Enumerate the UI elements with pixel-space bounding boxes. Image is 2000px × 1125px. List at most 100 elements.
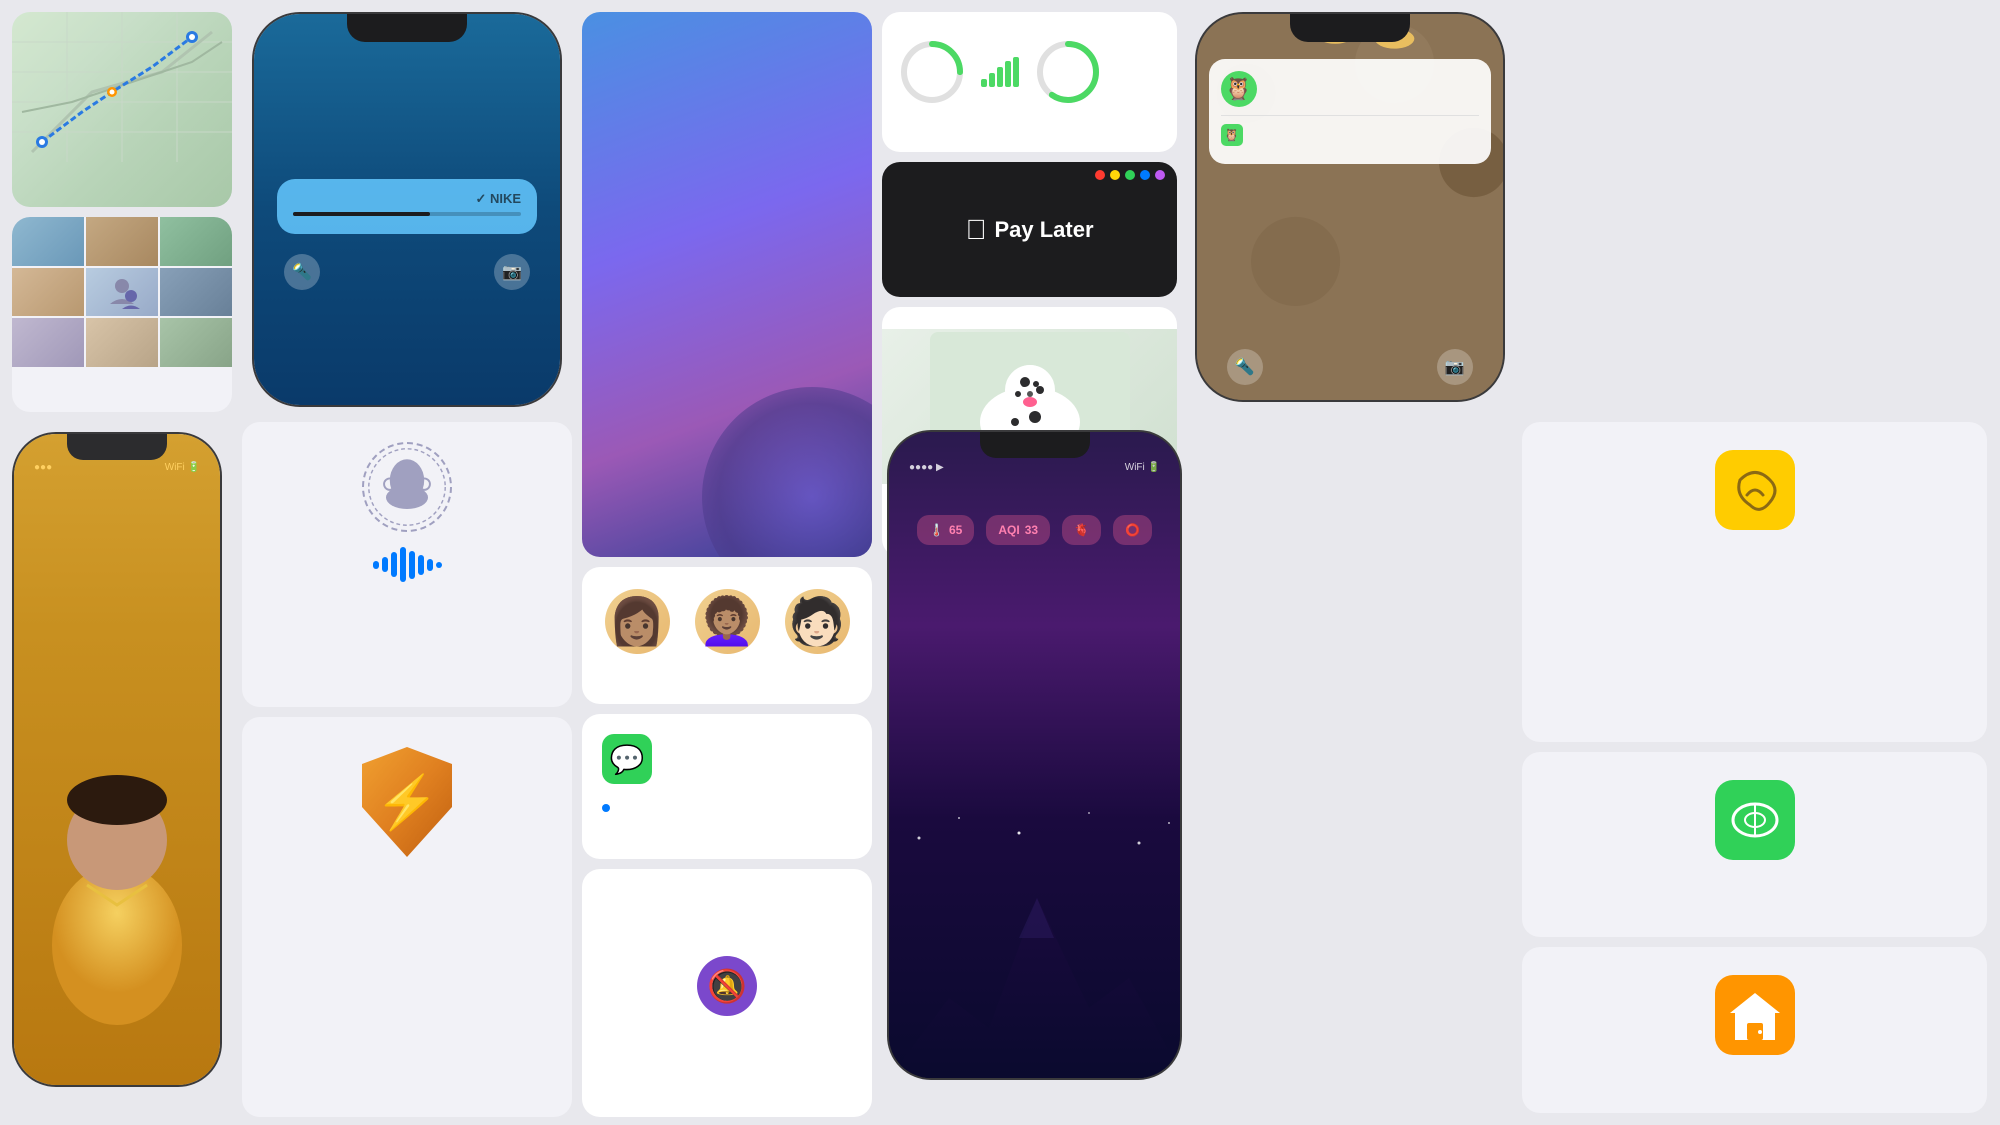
quick-note-icon: [1715, 450, 1795, 530]
phone-screen: ✓ NIKE 🔦 📷: [254, 14, 560, 405]
widgets-phone: ●●●● ▶ WiFi 🔋 🌡️ 65 AQI 33 🫀 ⭕: [887, 430, 1182, 1080]
temp-icon: 🌡️: [929, 523, 944, 537]
phone-bottom-icons: 🔦 📷: [254, 254, 560, 290]
photo-cell: [86, 268, 158, 317]
home-app-header: [1522, 947, 1987, 975]
photo-cell: [160, 268, 232, 317]
shared-photo-label: [12, 367, 232, 387]
photo-cell: [86, 217, 158, 266]
ios-orb: [702, 387, 872, 557]
mark-unread-content: 💬: [582, 714, 872, 804]
memoji-title: [582, 567, 872, 589]
phone-notch: [347, 14, 467, 42]
in-messages-row: [582, 804, 872, 827]
mark-unread-card: 💬: [582, 714, 872, 859]
quick-note-card: [1522, 422, 1987, 742]
battery-wifi: WiFi 🔋: [1125, 462, 1160, 473]
range-gauge: [1034, 38, 1102, 106]
apple-icon: : [965, 214, 986, 246]
rapid-security-card: ⚡: [242, 717, 572, 1117]
notification-card: 🦉 🦉: [1209, 59, 1491, 164]
speed-gauge: [898, 38, 966, 106]
dots-decoration: [1095, 170, 1165, 180]
widgets-row: 🌡️ 65 AQI 33 🫀 ⭕: [917, 515, 1152, 545]
home-app-icon: [1715, 975, 1795, 1055]
shared-photo-library-card: [12, 217, 232, 412]
memoji-face-1: 👩🏽: [605, 589, 670, 654]
apple-news-sports-card: [1522, 752, 1987, 937]
svg-text:⚡: ⚡: [375, 772, 440, 833]
signal-bars: ●●●● ▶: [909, 462, 944, 473]
multilayered-phone: ●●● WiFi 🔋: [12, 432, 222, 1087]
photo-cell: [160, 217, 232, 266]
photo-cell: [86, 318, 158, 367]
camera-icon: 📷: [494, 254, 530, 290]
carplay-gauges: [898, 38, 1161, 106]
notification-phone-screen: 🦉 🦉 🔦 📷: [1197, 14, 1503, 400]
head-icon: [362, 442, 452, 532]
filter-focus-card: 🔕: [582, 869, 872, 1117]
ring-widget: ⭕: [1113, 515, 1152, 545]
aqi-widget: AQI 33: [986, 515, 1050, 545]
spatial-audio-card: [242, 422, 572, 707]
blue-dot: [602, 804, 610, 812]
audio-bar-4: [400, 547, 406, 582]
carplay-bars: [981, 57, 1019, 87]
ios-card: [582, 12, 872, 557]
multistop-routing-card: [12, 12, 232, 207]
audio-bar-6: [418, 555, 424, 575]
messages-icon: 💬: [602, 734, 652, 784]
memoji-card: 👩🏽 👩🏽‍🦱 🧑🏻: [582, 567, 872, 704]
notif-secondary: 🦉: [1221, 115, 1479, 146]
widgets-phone-screen: ●●●● ▶ WiFi 🔋 🌡️ 65 AQI 33 🫀 ⭕: [889, 432, 1180, 1078]
activity-progress-fill: [293, 212, 430, 216]
phone-screen-2: ●●● WiFi 🔋: [14, 434, 220, 1085]
home-app-card: [1522, 947, 1987, 1113]
shield-icon-container: ⚡: [352, 742, 462, 862]
spatial-audio-inner: [242, 422, 572, 617]
pay-later-card:  Pay Later: [882, 162, 1177, 297]
focus-icon: 🔕: [697, 956, 757, 1016]
aqi-label: AQI: [998, 523, 1019, 537]
wifi-icon: WiFi 🔋: [165, 462, 200, 473]
quick-note-header: [1522, 422, 1987, 450]
activity-icon: 🫀: [1074, 523, 1089, 537]
memoji-faces: 👩🏽 👩🏽‍🦱 🧑🏻: [582, 589, 872, 654]
pay-later-content:  Pay Later: [882, 162, 1177, 297]
photo-cell: [12, 268, 84, 317]
person-area: [14, 685, 220, 1085]
temp-value: 65: [949, 523, 962, 537]
activity-widget: 🫀: [1062, 515, 1101, 545]
audio-bar-7: [427, 559, 433, 571]
phone-status-2: ●●● WiFi 🔋: [14, 460, 220, 475]
audio-waves: [373, 547, 442, 582]
live-activities-phone: ✓ NIKE 🔦 📷: [252, 12, 562, 407]
rapid-security-inner: ⚡: [242, 717, 572, 907]
filter-focus-content: 🔕: [582, 869, 872, 1117]
widgets-lock-screen-card: ●●●● ▶ WiFi 🔋 🌡️ 65 AQI 33 🫀 ⭕: [882, 422, 1187, 1117]
memoji-face-2: 👩🏽‍🦱: [695, 589, 760, 654]
weather-widget: 🌡️ 65: [917, 515, 974, 545]
audio-bar-5: [409, 551, 415, 579]
camera-btn: 📷: [1437, 349, 1473, 385]
aqi-value: 33: [1025, 523, 1038, 537]
carplay-card: [882, 12, 1177, 152]
phone-bottom-controls: 🔦 📷: [1197, 349, 1503, 385]
audio-bar-2: [382, 557, 388, 572]
photo-cell: [12, 318, 84, 367]
flashlight-btn: 🔦: [1227, 349, 1263, 385]
live-activities-card: ✓ NIKE 🔦 📷: [242, 12, 572, 422]
notif-sub-icon: 🦉: [1221, 124, 1243, 146]
activity-progress: [293, 212, 521, 216]
phone-notch-4: [980, 432, 1090, 458]
carplay-content: [882, 12, 1177, 152]
flashlight-icon: 🔦: [284, 254, 320, 290]
audio-bar-3: [391, 552, 397, 577]
notif-content: 🦉: [1221, 71, 1479, 107]
news-sports-header: [1522, 752, 1987, 780]
signal-icon: ●●●: [34, 462, 52, 473]
notification-views-card: 🦉 🦉 🔦 📷: [1187, 12, 1512, 422]
audio-bar-1: [373, 561, 379, 569]
memoji-face-3: 🧑🏻: [785, 589, 850, 654]
ring-icon: ⭕: [1125, 523, 1140, 537]
